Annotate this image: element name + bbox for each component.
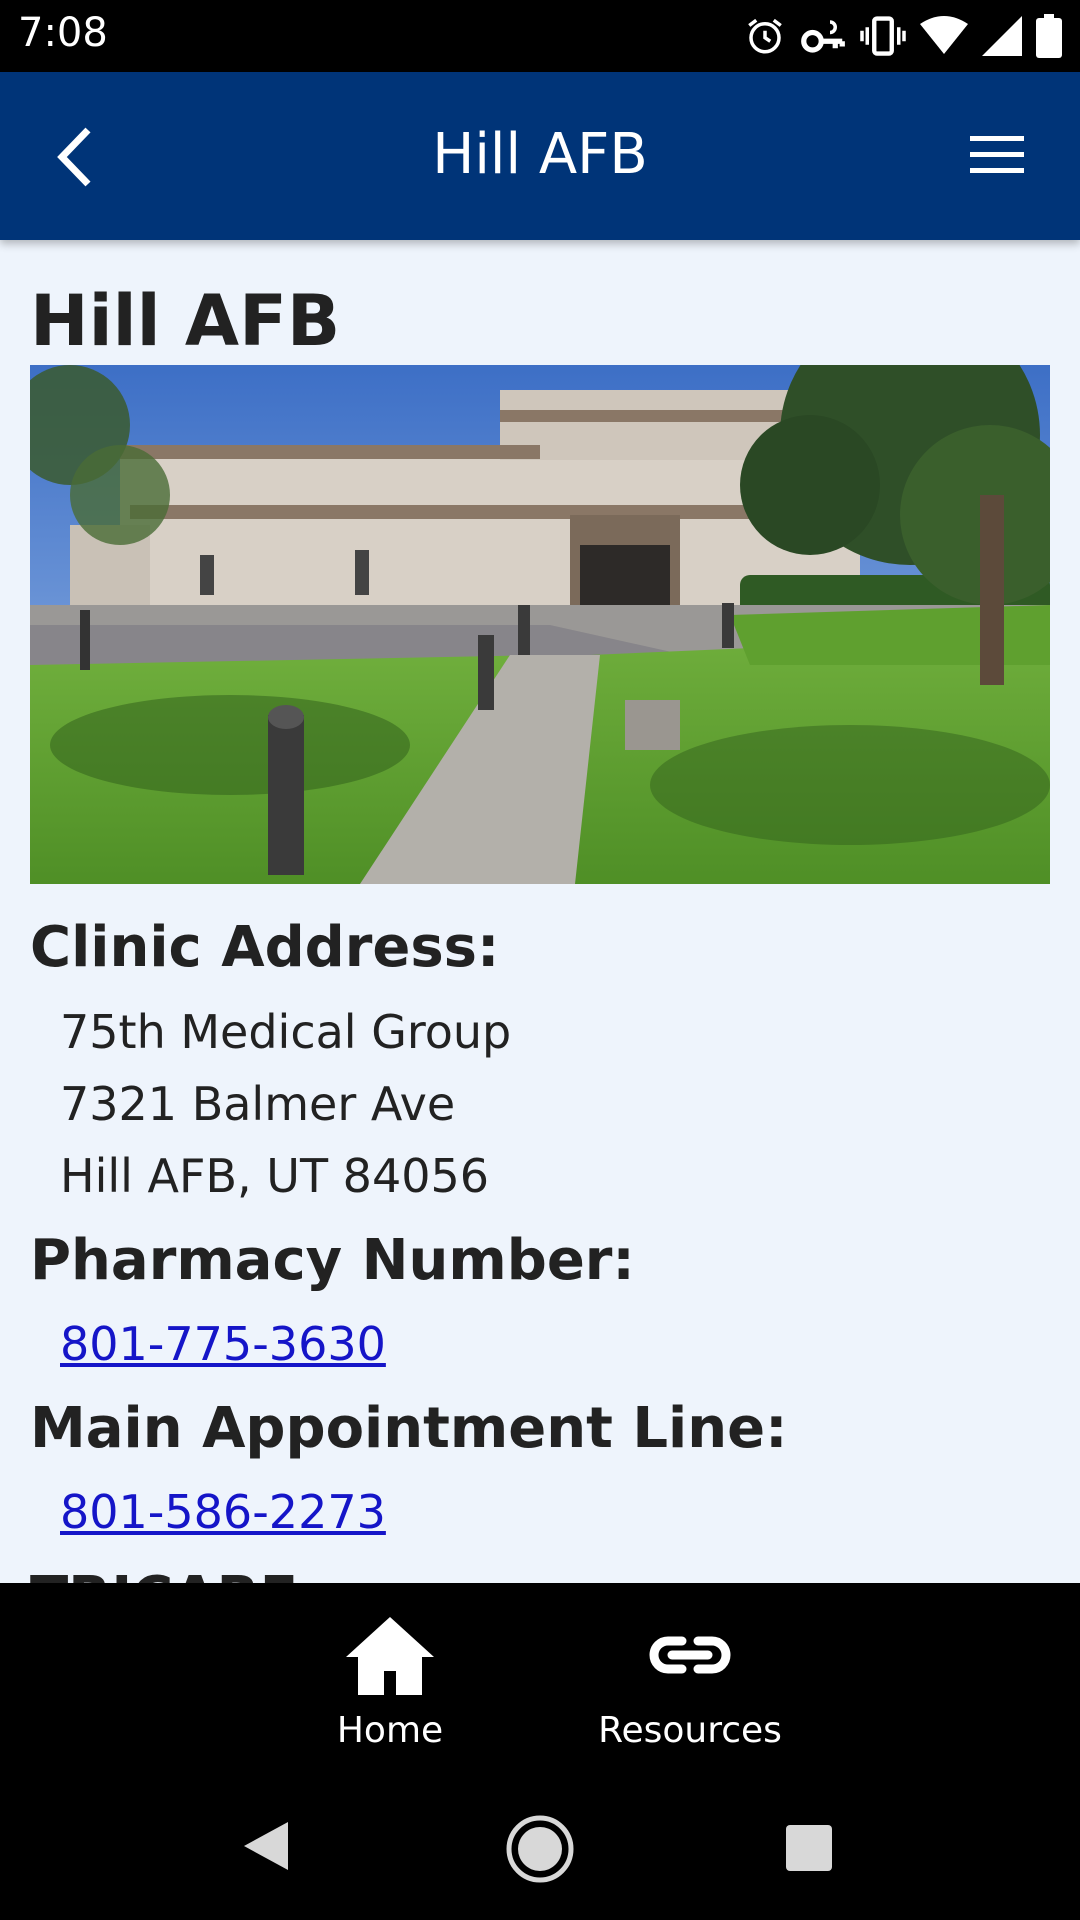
recents-square-icon[interactable] (785, 1824, 833, 1872)
wifi-icon (920, 16, 968, 54)
nav-home-label: Home (336, 1710, 444, 1751)
address-line-3: Hill AFB, UT 84056 (60, 1149, 490, 1203)
status-time: 7:08 (18, 10, 108, 56)
page-title: Hill AFB (30, 280, 341, 362)
bottom-navigation: Home Resources (0, 1583, 1080, 1760)
clinic-building-photo (30, 365, 1050, 884)
nav-resources[interactable]: Resources (590, 1613, 790, 1751)
status-bar: 7:08 (0, 0, 1080, 72)
link-icon (649, 1636, 731, 1674)
appointment-phone-link[interactable]: 801-586-2273 (60, 1485, 386, 1539)
address-line-1: 75th Medical Group (60, 1005, 512, 1059)
back-triangle-icon[interactable] (242, 1820, 290, 1872)
alarm-icon (748, 18, 782, 54)
signal-icon (982, 16, 1022, 56)
clinic-address-heading: Clinic Address: (30, 915, 500, 980)
nav-resources-label: Resources (598, 1710, 782, 1751)
home-circle-icon[interactable] (505, 1814, 575, 1884)
home-icon (346, 1617, 434, 1695)
app-bar-title: Hill AFB (432, 122, 648, 187)
tricare-heading: TRICARE (30, 1565, 298, 1583)
page-content[interactable]: Hill AFB Clinic Address: 75th Medical Gr… (0, 240, 1080, 1583)
pharmacy-number-heading: Pharmacy Number: (30, 1228, 635, 1293)
menu-button[interactable] (968, 130, 1028, 180)
address-line-2: 7321 Balmer Ave (60, 1077, 456, 1131)
app-bar: Hill AFB (0, 72, 1080, 240)
hamburger-menu-icon (970, 136, 1024, 173)
vibrate-icon (860, 16, 906, 56)
status-icons (744, 12, 1062, 60)
appointment-line-heading: Main Appointment Line: (30, 1396, 788, 1461)
vpn-key-icon (801, 20, 845, 53)
pharmacy-phone-link[interactable]: 801-775-3630 (60, 1317, 386, 1371)
system-navigation (0, 1760, 1080, 1920)
battery-icon (1036, 14, 1062, 58)
nav-home[interactable]: Home (290, 1613, 490, 1751)
